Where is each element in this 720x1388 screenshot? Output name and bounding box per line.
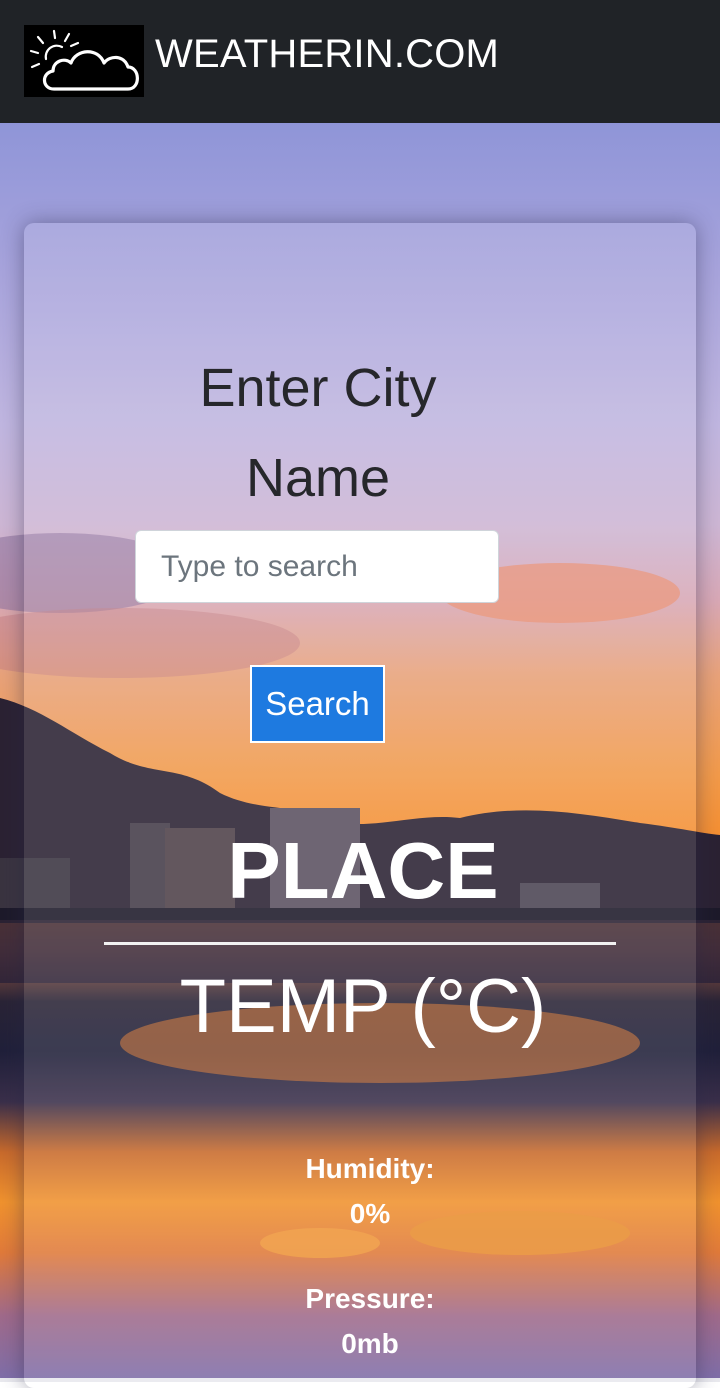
enter-city-title-line2: Name	[245, 448, 391, 508]
city-search-input[interactable]	[135, 530, 499, 603]
humidity-value: 0%	[349, 1198, 391, 1229]
pressure-value: 0mb	[341, 1328, 399, 1359]
search-button[interactable]: Search	[250, 665, 385, 743]
divider	[104, 942, 616, 945]
pressure-label: Pressure:	[305, 1283, 435, 1314]
weather-card: Enter City Name Search PLACE TEMP (°C) H…	[24, 223, 696, 1388]
sun-cloud-icon[interactable]	[24, 25, 144, 97]
brand-title[interactable]: WEATHERIN.COM	[155, 32, 499, 76]
humidity-label: Humidity:	[305, 1153, 435, 1184]
enter-city-title-line1: Enter City	[199, 358, 437, 418]
navbar: WEATHERIN.COM	[0, 0, 720, 123]
enter-city-title: Enter City Name	[24, 343, 612, 523]
temperature-value: TEMP (°C)	[179, 964, 547, 1049]
place-name: PLACE	[227, 826, 499, 915]
